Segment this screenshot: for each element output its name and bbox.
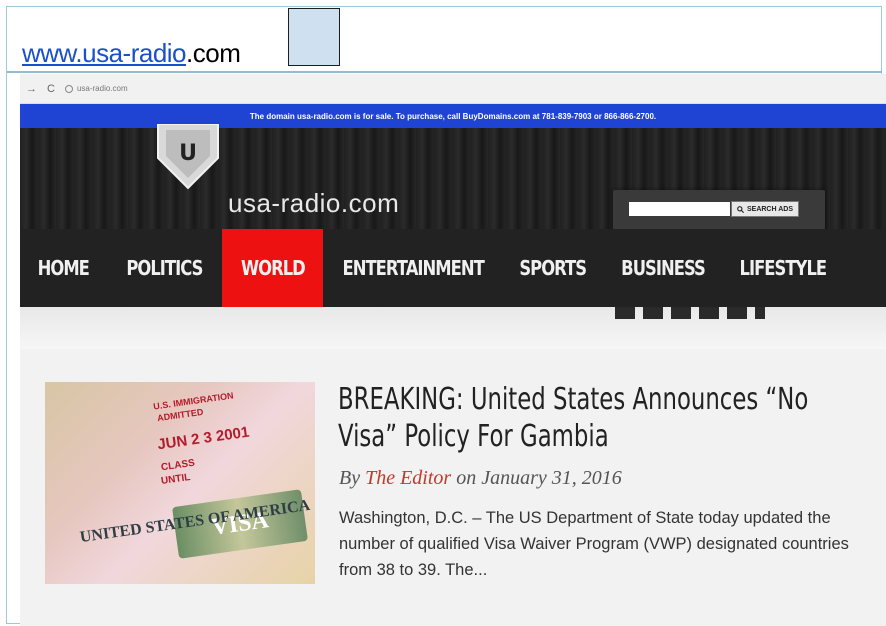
nav-item-lifestyle[interactable]: LIFESTYLE [723,229,843,307]
info-icon [64,84,73,93]
back-arrow-icon[interactable]: → [26,83,37,95]
nav-item-sports[interactable]: SPORTS [503,229,603,307]
caption-suffix: .com [186,38,241,68]
byline-by: By [339,467,361,489]
article-byline: By The Editor on January 31, 2016 [339,467,622,490]
nav-label: ENTERTAINMENT [342,256,484,280]
address-bar[interactable]: usa-radio.com [64,84,128,93]
nav-label: POLITICS [125,256,203,280]
search-ads-button[interactable]: SEARCH ADS [731,201,799,217]
byline-on: on [456,467,477,489]
stamp-class: CLASS [160,457,196,474]
article-thumbnail[interactable]: U.S. IMMIGRATION ADMITTED JUN 2 3 2001 C… [45,382,315,584]
shield-logo-icon[interactable]: U [156,124,220,190]
site-name[interactable]: usa-radio.com [228,188,399,219]
search-panel: SEARCH ADS [613,190,825,234]
article-card: U.S. IMMIGRATION ADMITTED JUN 2 3 2001 C… [20,349,886,626]
nav-item-politics[interactable]: POLITICS [106,229,222,307]
nav-item-world[interactable]: WORLD [222,229,323,307]
caption-divider [7,71,882,73]
nav-label: SPORTS [519,256,588,280]
domain-sale-banner: The domain usa-radio.com is for sale. To… [20,104,886,128]
article-date: January 31, 2016 [481,467,622,489]
nav-label: HOME [37,256,89,280]
search-icon [737,205,744,213]
website-screenshot: → C usa-radio.com The domain usa-radio.c… [20,74,886,626]
caption-title: www.usa-radio.com [22,38,241,69]
search-ads-label: SEARCH ADS [746,205,794,213]
domain-sale-text: The domain usa-radio.com is for sale. To… [249,111,657,121]
address-url: usa-radio.com [76,84,128,93]
section-title-fragment [615,307,765,319]
article-headline[interactable]: BREAKING: United States Announces “No Vi… [338,381,870,455]
nav-item-entertainment[interactable]: ENTERTAINMENT [323,229,503,307]
main-nav: HOME POLITICS WORLD ENTERTAINMENT SPORTS… [20,229,886,307]
caption-link[interactable]: www.usa-radio [22,38,187,68]
stamp-date: JUN 2 3 2001 [156,423,251,454]
nav-item-home[interactable]: HOME [20,229,106,307]
stamp-until: UNTIL [160,472,192,487]
search-input[interactable] [629,202,730,216]
nav-item-business[interactable]: BUSINESS [603,229,723,307]
caption-placeholder-box [288,8,340,66]
author-link[interactable]: The Editor [365,467,451,489]
article-excerpt: Washington, D.C. – The US Department of … [339,509,849,579]
nav-label: LIFESTYLE [739,256,828,280]
browser-toolbar: → C usa-radio.com [20,74,886,104]
section-title-band [20,307,886,349]
logo-letter: U [179,141,197,166]
nav-label: BUSINESS [621,256,706,280]
reload-icon[interactable]: C [47,83,55,95]
nav-label: WORLD [240,256,306,280]
